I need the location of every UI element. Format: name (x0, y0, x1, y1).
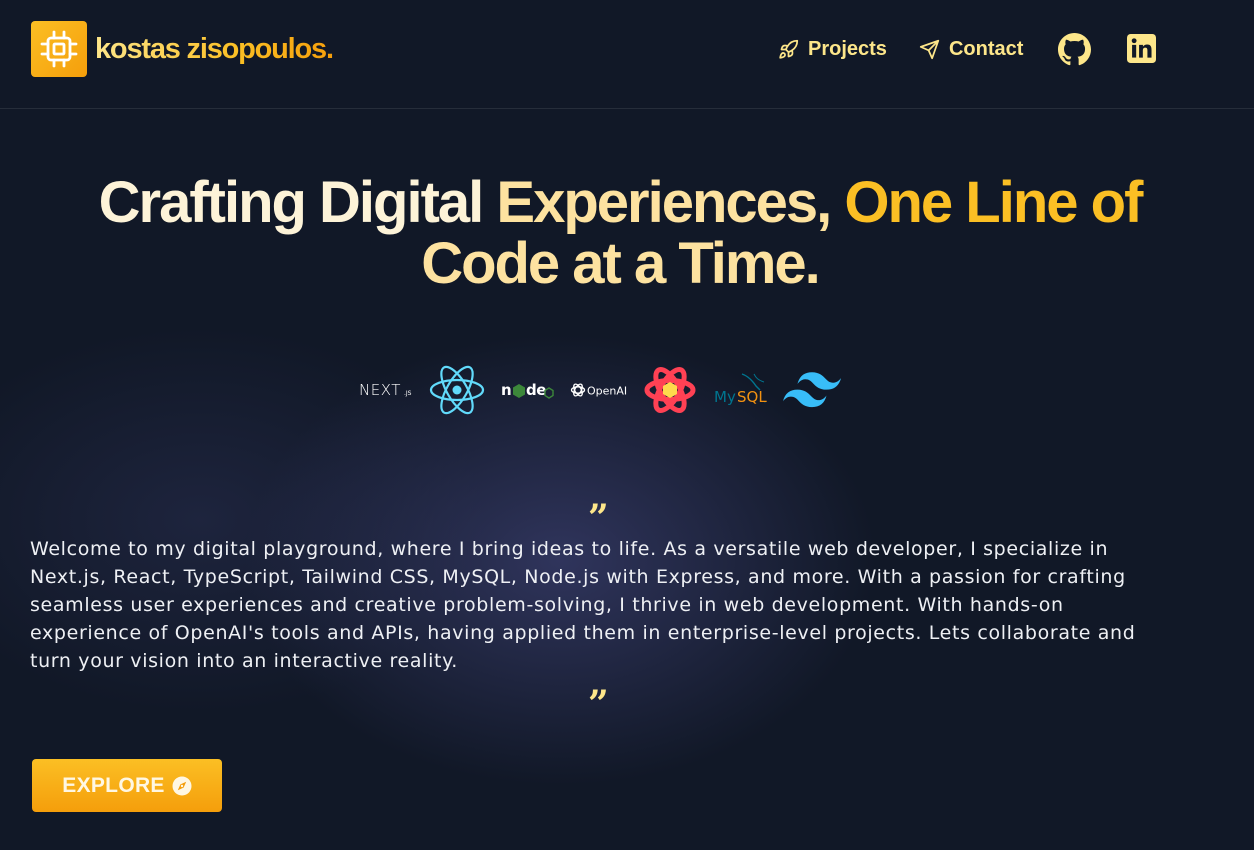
svg-text:de: de (526, 381, 546, 399)
compass-icon (172, 776, 192, 795)
nav-projects-label: Projects (808, 37, 887, 60)
quote-open-icon: ” (588, 497, 609, 539)
main-nav: Projects Contact (778, 32, 1023, 66)
paper-plane-icon (919, 39, 940, 59)
nextjs-logo: NEXT .JS (355, 364, 417, 416)
svg-text:My: My (714, 388, 736, 406)
hero-title-part1: Crafting Digital (98, 170, 497, 235)
hero-title-part2: Experiences, (496, 170, 845, 235)
hero-title-part4: Code at a Time. (421, 231, 821, 296)
github-icon[interactable] (1058, 33, 1091, 70)
nav-contact-label: Contact (948, 37, 1024, 60)
mysql-logo: My SQL . (710, 364, 772, 416)
svg-text:.: . (764, 398, 766, 405)
brand-logo[interactable]: kostas zisopoulos. (31, 21, 334, 77)
tech-stack: NEXT .JS n de OpenAI My SQL . (355, 364, 852, 416)
hero-title-part3: One Line of (844, 170, 1143, 235)
cpu-chip-icon (31, 21, 87, 77)
tailwind-logo (781, 364, 843, 416)
svg-text:OpenAI: OpenAI (587, 385, 627, 398)
hero-title: Crafting Digital Experiences, One Line o… (40, 172, 1200, 294)
nav-contact-link[interactable]: Contact (919, 38, 1023, 61)
svg-text:.JS: .JS (404, 390, 412, 397)
explore-label: EXPLORE (62, 773, 165, 797)
linkedin-icon[interactable] (1127, 34, 1156, 67)
site-header: kostas zisopoulos. Projects Contact (0, 0, 1254, 109)
rocket-icon (779, 39, 799, 59)
svg-text:NEXT: NEXT (359, 381, 401, 399)
explore-button[interactable]: EXPLORE (32, 759, 222, 812)
react-logo (426, 364, 488, 416)
intro-text: Welcome to my digital playground, where … (30, 538, 1136, 672)
nodejs-logo: n de (497, 364, 559, 416)
svg-text:n: n (501, 381, 511, 399)
nav-projects-link[interactable]: Projects (778, 38, 887, 61)
svg-text:SQL: SQL (737, 388, 767, 406)
openai-logo: OpenAI (568, 364, 630, 416)
react-query-logo (639, 364, 701, 416)
quote-close-icon: ” (588, 683, 609, 725)
brand-name: kostas zisopoulos. (95, 32, 334, 65)
